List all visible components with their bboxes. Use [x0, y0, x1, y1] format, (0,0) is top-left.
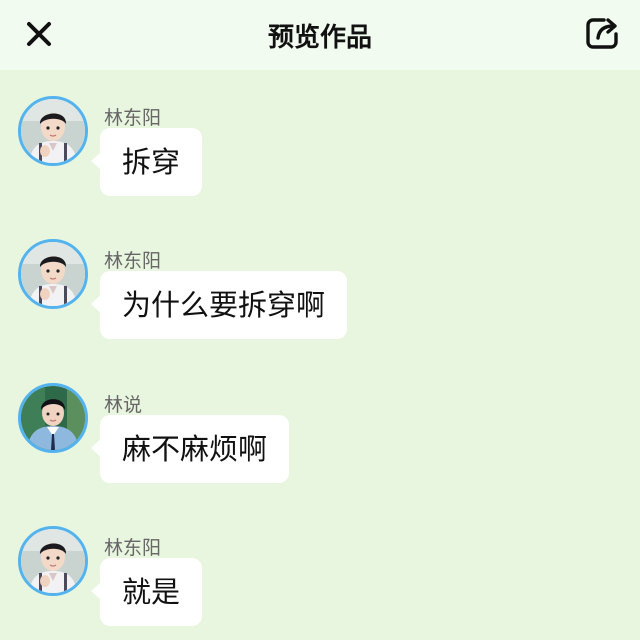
sender-name: 林东阳: [104, 537, 162, 559]
message-bubble[interactable]: 麻不麻烦啊: [90, 415, 290, 483]
close-button[interactable]: [20, 15, 58, 53]
avatar[interactable]: [18, 526, 88, 596]
sender-name: 林东阳: [104, 107, 162, 129]
chat-message: 林东阳 拆穿: [0, 70, 640, 196]
page-title: 预览作品: [267, 22, 372, 53]
avatar-boy-white-shirt-icon: [21, 529, 85, 593]
avatar-boy-white-shirt-icon: [21, 99, 85, 163]
message-bubble[interactable]: 为什么要拆穿啊: [90, 271, 348, 339]
avatar-boy-white-shirt-icon: [21, 242, 85, 306]
share-icon: [586, 18, 618, 49]
close-icon: [27, 22, 51, 46]
chat-message: 林说 麻不麻烦啊: [0, 357, 640, 483]
avatar[interactable]: [18, 383, 88, 453]
message-bubble[interactable]: 拆穿: [90, 128, 203, 196]
message-bubble[interactable]: 就是: [90, 558, 203, 626]
chat-message: 林东阳 为什么要拆穿啊: [0, 213, 640, 339]
chat-list: 林东阳 拆穿 林东阳 为什么要拆穿啊 林说 麻不麻烦啊 林东阳 就是: [0, 70, 640, 640]
share-button[interactable]: [582, 13, 622, 53]
sender-name: 林说: [104, 394, 143, 416]
avatar[interactable]: [18, 96, 88, 166]
avatar[interactable]: [18, 239, 88, 309]
top-bar: 预览作品: [0, 0, 640, 70]
avatar-boy-blue-uniform-icon: [21, 386, 85, 450]
sender-name: 林东阳: [104, 250, 162, 272]
chat-message: 林东阳 就是: [0, 500, 640, 626]
